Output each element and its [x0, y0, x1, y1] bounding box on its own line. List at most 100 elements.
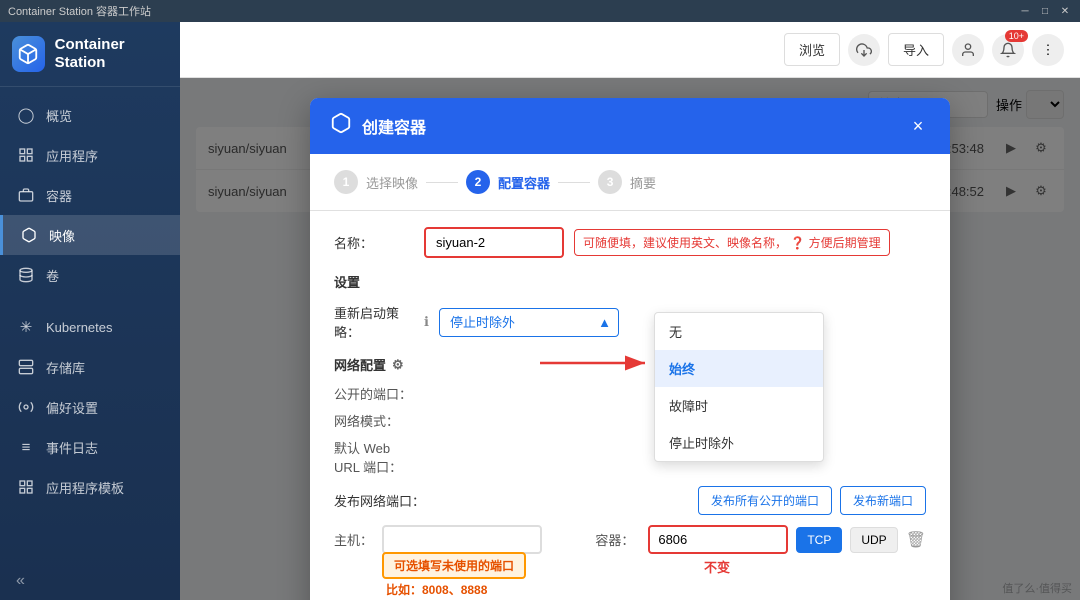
volumes-icon	[16, 265, 36, 285]
dropdown-item-on-failure[interactable]: 故障时	[655, 387, 823, 424]
sidebar-item-label: 事件日志	[46, 438, 98, 457]
browse-button[interactable]: 浏览	[784, 33, 840, 66]
settings-section-title: 设置	[334, 272, 926, 291]
images-icon	[19, 225, 39, 245]
overview-icon: ◯	[16, 105, 36, 125]
step-1-circle: 1	[334, 170, 358, 194]
modal-header: 创建容器 ×	[310, 98, 950, 154]
publish-new-button[interactable]: 发布新端口	[840, 486, 926, 515]
modal-steps: 1 选择映像 2 配置容器 3 摘要	[310, 154, 950, 211]
download-icon-btn[interactable]	[848, 34, 880, 66]
restart-policy-dropdown: 无 始终 故障时 停止时除外	[654, 312, 824, 462]
step-1: 1 选择映像	[334, 170, 418, 194]
sidebar-title: Container Station	[55, 36, 168, 72]
sidebar-item-containers[interactable]: 容器	[0, 175, 180, 215]
network-form-grid: 公开的端口： 网络模式： 默认 Web URL 端口：	[334, 384, 926, 476]
sidebar-item-label: 应用程序	[46, 146, 98, 165]
restart-policy-label: 重新启动策略：	[334, 303, 414, 341]
step-2: 2 配置容器	[466, 170, 550, 194]
topbar: 浏览 导入 10+ ⋮	[180, 22, 1080, 78]
sidebar-item-label: 偏好设置	[46, 398, 98, 417]
host-input-wrapper: 可选填写未使用的端口 比如：8008、8888	[382, 525, 581, 554]
step-divider-2	[558, 182, 590, 183]
sidebar: Container Station ◯ 概览 应用程序	[0, 22, 180, 600]
udp-button[interactable]: UDP	[850, 527, 897, 553]
delete-port-icon[interactable]: 🗑	[906, 530, 926, 550]
step-3-label: 摘要	[630, 173, 656, 192]
sidebar-item-apps[interactable]: 应用程序	[0, 135, 180, 175]
container-port-input[interactable]	[648, 525, 788, 554]
publish-all-button[interactable]: 发布所有公开的端口	[698, 486, 832, 515]
titlebar: Container Station 容器工作站 ─ □ ✕	[0, 0, 1080, 22]
sidebar-item-volumes[interactable]: 卷	[0, 255, 180, 295]
sidebar-nav: ◯ 概览 应用程序 容器	[0, 87, 180, 562]
step-divider-1	[426, 182, 458, 183]
sidebar-item-images[interactable]: 映像	[0, 215, 180, 255]
name-form-row: 名称： 可随便填，建议使用英文、映像名称， ❓ 方便后期管理	[334, 227, 926, 258]
dropdown-item-none[interactable]: 无	[655, 313, 823, 350]
info-icon[interactable]: ℹ	[424, 314, 429, 330]
close-button[interactable]: ✕	[1058, 4, 1072, 18]
modal-title: 创建容器	[362, 114, 426, 138]
host-example-text: 比如：8008、8888	[382, 581, 526, 598]
container-label: 容器：	[595, 530, 634, 549]
content-area: 操作 siyuan/siyuan 20:53:48 ▶ ⚙ siyuan/s	[180, 78, 1080, 600]
sidebar-item-label: 应用程序模板	[46, 478, 124, 497]
name-label: 名称：	[334, 233, 414, 252]
storage-icon	[16, 357, 36, 377]
user-icon-btn[interactable]	[952, 34, 984, 66]
network-config-section: 网络配置 ⚙ 公开的端口： 网络模式： 默认 Web URL 端口：	[334, 355, 926, 476]
modal-close-button[interactable]: ×	[906, 114, 930, 138]
sidebar-collapse-button[interactable]: «	[0, 562, 180, 600]
public-port-label: 公开的端口：	[334, 384, 414, 403]
sidebar-item-kubernetes[interactable]: ✳ Kubernetes	[0, 303, 180, 347]
port-row: 主机： 可选填写未使用的端口 比如：8008、8888	[334, 525, 926, 554]
kubernetes-icon: ✳	[16, 317, 36, 337]
question-icon: ❓	[790, 236, 805, 250]
maximize-button[interactable]: □	[1038, 4, 1052, 18]
restart-policy-select[interactable]: 停止时除外 无 始终 故障时	[439, 308, 619, 337]
restart-policy-row: 重新启动策略： ℹ 停止时除外 无 始终 故障时 ▲	[334, 303, 926, 341]
dropdown-item-always[interactable]: 始终	[655, 350, 823, 387]
sidebar-item-events[interactable]: ≡ 事件日志	[0, 427, 180, 467]
import-button[interactable]: 导入	[888, 33, 944, 66]
network-section-title: 网络配置 ⚙	[334, 355, 926, 374]
modal-body: 名称： 可随便填，建议使用英文、映像名称， ❓ 方便后期管理 设置	[310, 211, 950, 600]
preferences-icon	[16, 397, 36, 417]
main-content: 浏览 导入 10+ ⋮	[180, 22, 1080, 600]
host-port-input[interactable]	[382, 525, 542, 554]
app-templates-icon	[16, 477, 36, 497]
step-2-circle: 2	[466, 170, 490, 194]
port-buttons: 发布所有公开的端口 发布新端口	[698, 486, 926, 515]
sidebar-header: Container Station	[0, 22, 180, 87]
publish-port-label: 发布网络端口：	[334, 491, 425, 510]
port-header: 发布网络端口： 发布所有公开的端口 发布新端口	[334, 486, 926, 515]
events-icon: ≡	[16, 437, 36, 457]
dropdown-item-unless-stopped[interactable]: 停止时除外	[655, 424, 823, 461]
host-label: 主机：	[334, 530, 374, 549]
sidebar-item-label: 卷	[46, 266, 59, 285]
titlebar-title: Container Station 容器工作站	[8, 3, 151, 19]
step-2-label: 配置容器	[498, 173, 550, 192]
app-container: Container Station ◯ 概览 应用程序	[0, 22, 1080, 600]
step-3: 3 摘要	[598, 170, 656, 194]
gear-icon[interactable]: ⚙	[392, 357, 404, 373]
port-section: 发布网络端口： 发布所有公开的端口 发布新端口 主机：	[334, 486, 926, 554]
minimize-button[interactable]: ─	[1018, 4, 1032, 18]
notification-badge: 10+	[1005, 30, 1028, 42]
tcp-button[interactable]: TCP	[796, 527, 842, 553]
apps-icon	[16, 145, 36, 165]
modal-overlay: 创建容器 × 1 选择映像 2 配置容器	[180, 78, 1080, 600]
sidebar-item-preferences[interactable]: 偏好设置	[0, 387, 180, 427]
sidebar-item-storage[interactable]: 存储库	[0, 347, 180, 387]
name-input[interactable]	[424, 227, 564, 258]
port-annotation: 不变	[704, 557, 730, 576]
network-mode-label: 网络模式：	[334, 411, 414, 430]
more-options-btn[interactable]: ⋮	[1032, 34, 1064, 66]
network-label: 网络配置	[334, 355, 386, 374]
sidebar-item-app-templates[interactable]: 应用程序模板	[0, 467, 180, 507]
name-hint-text: 可随便填，建议使用英文、映像名称，	[583, 236, 787, 250]
notification-icon-btn[interactable]: 10+	[992, 34, 1024, 66]
sidebar-item-overview[interactable]: ◯ 概览	[0, 95, 180, 135]
name-hint: 可随便填，建议使用英文、映像名称， ❓ 方便后期管理	[574, 229, 890, 256]
